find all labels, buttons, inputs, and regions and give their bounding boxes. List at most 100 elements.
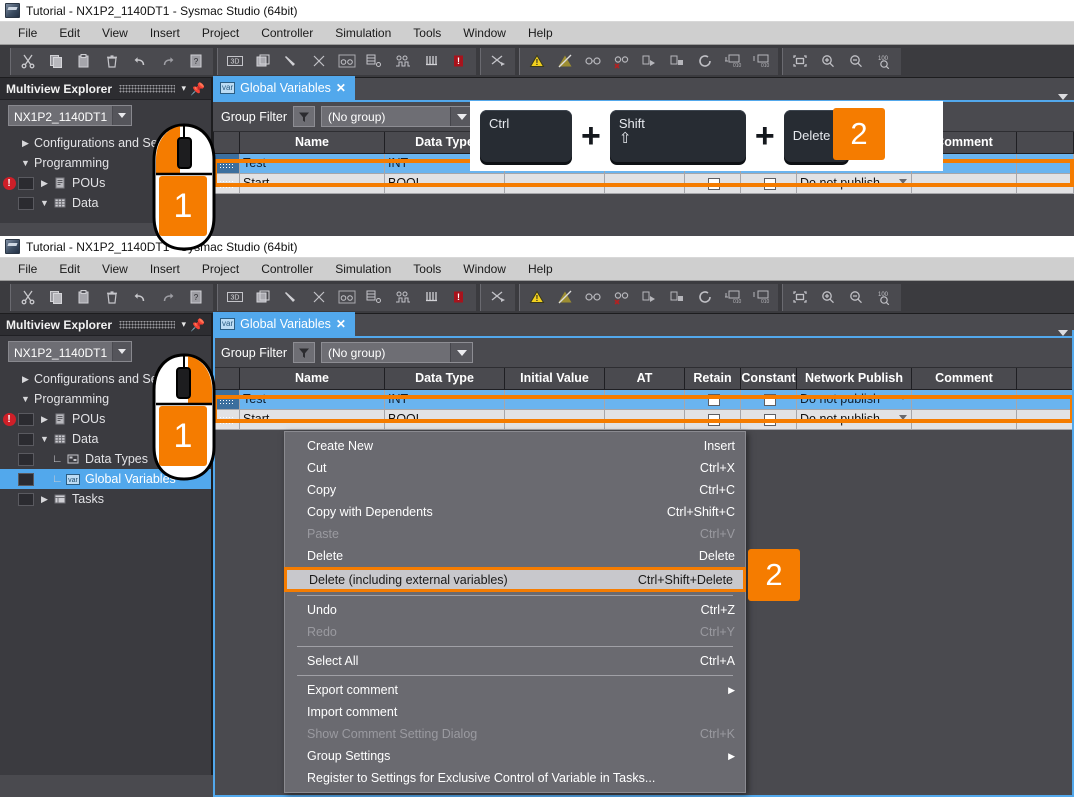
cell-name[interactable]: Test [240,389,385,409]
warning-icon[interactable]: ! [523,49,551,74]
zoom-100-icon[interactable]: 100 [870,49,898,74]
cell-data-type[interactable]: BOOL [385,173,505,193]
cell-retain[interactable] [685,409,741,429]
table-row[interactable]: Start BOOL Do not publish [214,409,1074,429]
device-combo[interactable]: NX1P2_1140DT1 [8,105,132,126]
paste-icon[interactable] [70,285,98,310]
pin-icon[interactable]: 📌 [190,82,205,96]
col-network-publish[interactable]: Network Publish [797,368,912,389]
simulation-icon[interactable] [389,49,417,74]
constant-checkbox[interactable] [764,178,776,190]
cell-network-publish[interactable]: Do not publish [797,389,912,409]
transfer-to-icon[interactable]: 010 [719,49,747,74]
zoom-out-icon[interactable] [842,285,870,310]
tree-checkbox[interactable] [18,473,34,486]
cell-at[interactable] [605,173,685,193]
menu-item-window[interactable]: Window [452,24,517,42]
warning-icon[interactable]: ! [523,285,551,310]
cell-initial-value[interactable] [505,389,605,409]
cell-constant[interactable] [741,389,797,409]
monitor-off-icon[interactable] [607,49,635,74]
menu-item-project[interactable]: Project [191,260,250,278]
properties-icon[interactable]: ? [182,49,210,74]
menu-item-insert[interactable]: Insert [139,260,191,278]
menu-item-file[interactable]: File [7,24,48,42]
chevron-down-icon[interactable] [899,395,907,400]
rebuild-icon[interactable] [305,285,333,310]
menu-item-controller[interactable]: Controller [250,24,324,42]
paste-icon[interactable] [70,49,98,74]
chevron-right-icon[interactable]: ▶ [18,374,33,385]
error-icon[interactable]: ! [445,49,473,74]
pin-icon[interactable]: 📌 [190,318,205,332]
retain-checkbox[interactable] [708,414,720,426]
menu-item-tools[interactable]: Tools [402,260,452,278]
chevron-right-icon[interactable]: ▶ [18,138,33,149]
close-icon[interactable]: ✕ [336,81,346,95]
fit-icon[interactable] [786,285,814,310]
chevron-down-icon[interactable]: ▼ [18,158,33,168]
chevron-down-icon[interactable] [450,343,472,362]
undo-icon[interactable] [126,49,154,74]
transfer-icon[interactable] [484,49,512,74]
col-at[interactable]: AT [605,368,685,389]
menu-item-edit[interactable]: Edit [48,260,91,278]
cell-data-type[interactable]: INT [385,389,505,409]
warning-off-icon[interactable] [551,285,579,310]
menu-item-simulation[interactable]: Simulation [324,260,402,278]
cell-constant[interactable] [741,173,797,193]
tree-checkbox[interactable] [18,453,34,466]
cell-data-type[interactable]: BOOL [385,409,505,429]
sidebar-item-tasks[interactable]: ▶ Tasks [0,489,211,509]
3d-view-icon[interactable]: 3D [221,285,249,310]
chevron-right-icon[interactable]: ▶ [37,178,52,189]
menu-item-help[interactable]: Help [517,260,564,278]
col-name[interactable]: Name [240,368,385,389]
close-icon[interactable]: ✕ [336,317,346,331]
simulation-icon[interactable] [389,285,417,310]
chevron-right-icon[interactable]: ▶ [37,414,52,425]
cell-initial-value[interactable] [505,409,605,429]
step-in-icon[interactable] [635,49,663,74]
transfer-to-icon[interactable]: 010 [719,285,747,310]
copy-icon[interactable] [42,285,70,310]
zoom-100-icon[interactable]: 100 [870,285,898,310]
chevron-down-icon[interactable] [899,179,907,184]
menu-item-copy-with-dependents[interactable]: Copy with Dependents Ctrl+Shift+C [285,501,745,523]
table-row[interactable]: Start BOOL Do not publish [214,173,1074,193]
device-combo[interactable]: NX1P2_1140DT1 [8,341,132,362]
tree-checkbox[interactable] [18,493,34,506]
tab-global-variables[interactable]: var Global Variables ✕ [213,312,355,336]
menu-item-export-comment[interactable]: Export comment ▶ [285,679,745,701]
step-in-icon[interactable] [635,285,663,310]
table-view-icon[interactable] [361,285,389,310]
tree-checkbox[interactable] [18,433,34,446]
transfer-from-icon[interactable]: 010 [747,285,775,310]
warning-off-icon[interactable] [551,49,579,74]
step-out-icon[interactable] [663,49,691,74]
fit-icon[interactable] [786,49,814,74]
tree-checkbox[interactable] [18,177,34,190]
menu-item-select-all[interactable]: Select All Ctrl+A [285,650,745,672]
rebuild-icon[interactable] [305,49,333,74]
col-data-type[interactable]: Data Type [385,368,505,389]
3d-view-icon[interactable]: 3D [221,49,249,74]
monitor-icon[interactable] [579,49,607,74]
filter-funnel-icon[interactable] [293,106,315,127]
menu-item-group-settings[interactable]: Group Settings ▶ [285,745,745,767]
cell-name[interactable]: Start [240,409,385,429]
tree-checkbox[interactable] [18,197,34,210]
cell-name[interactable]: Start [240,173,385,193]
group-filter-combo[interactable]: (No group) [321,342,473,363]
retain-checkbox[interactable] [708,178,720,190]
chevron-down-icon[interactable]: ▼ [37,434,52,444]
menu-item-import-comment[interactable]: Import comment [285,701,745,723]
tab-overflow-chevron-down-icon[interactable] [1052,94,1074,100]
error-icon[interactable]: ! [445,285,473,310]
chevron-down-icon[interactable]: ▾ [182,319,187,330]
chevron-down-icon[interactable]: ▼ [18,394,33,404]
tab-global-variables[interactable]: var Global Variables ✕ [213,76,355,100]
redo-icon[interactable] [154,285,182,310]
cell-comment[interactable] [912,173,1017,193]
chevron-down-icon[interactable] [112,106,131,125]
